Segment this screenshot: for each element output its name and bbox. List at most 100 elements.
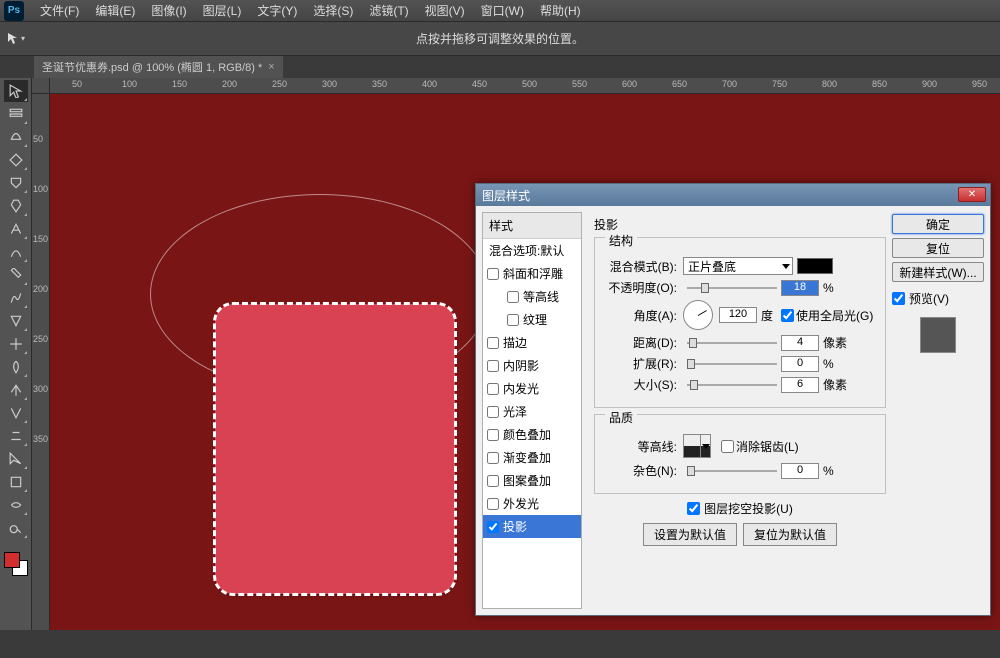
crop-tool[interactable]	[4, 172, 28, 194]
style-checkbox[interactable]	[487, 429, 499, 441]
style-row[interactable]: 投影	[483, 515, 581, 538]
opacity-slider[interactable]	[687, 287, 777, 289]
contour-picker[interactable]	[683, 434, 711, 458]
pen-tool[interactable]	[4, 402, 28, 424]
menu-item[interactable]: 选择(S)	[305, 0, 361, 21]
style-row[interactable]: 渐变叠加	[483, 446, 581, 469]
style-row[interactable]: 等高线	[483, 285, 581, 308]
preview-checkbox[interactable]	[892, 292, 905, 305]
eyedropper-tool[interactable]	[4, 195, 28, 217]
dialog-close-button[interactable]: ✕	[958, 187, 986, 202]
menu-item[interactable]: 编辑(E)	[87, 0, 143, 21]
ruler-tick: 300	[322, 79, 337, 89]
blend-options-row[interactable]: 混合选项:默认	[483, 239, 581, 262]
layer-style-dialog: 图层样式 ✕ 样式 混合选项:默认 斜面和浮雕等高线纹理描边内阴影内发光光泽颜色…	[475, 183, 991, 616]
style-label: 斜面和浮雕	[503, 265, 563, 282]
menu-item[interactable]: 视图(V)	[417, 0, 473, 21]
angle-dial[interactable]	[683, 300, 713, 330]
blur-tool[interactable]	[4, 356, 28, 378]
style-row[interactable]: 内阴影	[483, 354, 581, 377]
quality-fieldset: 品质 等高线: 消除锯齿(L) 杂色(N): 0	[594, 414, 886, 494]
antialias-checkbox[interactable]	[721, 440, 734, 453]
close-icon[interactable]: ×	[268, 61, 274, 73]
spread-input[interactable]: 0	[781, 356, 819, 372]
reset-button[interactable]: 复位	[892, 238, 984, 258]
style-checkbox[interactable]	[487, 406, 499, 418]
menu-item[interactable]: 图像(I)	[143, 0, 194, 21]
style-checkbox[interactable]	[507, 314, 519, 326]
brush-tool[interactable]	[4, 241, 28, 263]
spread-slider[interactable]	[687, 363, 777, 365]
shape-tool[interactable]	[4, 471, 28, 493]
style-checkbox[interactable]	[487, 475, 499, 487]
eraser-tool[interactable]	[4, 310, 28, 332]
type-tool[interactable]	[4, 425, 28, 447]
style-row[interactable]: 图案叠加	[483, 469, 581, 492]
stamp-tool[interactable]	[4, 264, 28, 286]
style-checkbox[interactable]	[487, 452, 499, 464]
style-checkbox[interactable]	[487, 498, 499, 510]
style-row[interactable]: 纹理	[483, 308, 581, 331]
tool-palette	[0, 78, 32, 658]
style-checkbox[interactable]	[507, 291, 519, 303]
ruler-tick: 750	[772, 79, 787, 89]
reset-default-button[interactable]: 复位为默认值	[743, 523, 837, 546]
menu-item[interactable]: 帮助(H)	[532, 0, 589, 21]
history-brush-tool[interactable]	[4, 287, 28, 309]
heal-tool[interactable]	[4, 218, 28, 240]
menu-item[interactable]: 滤镜(T)	[361, 0, 416, 21]
distance-slider[interactable]	[687, 342, 777, 344]
path-select-tool[interactable]	[4, 448, 28, 470]
hand-tool[interactable]	[4, 494, 28, 516]
style-row[interactable]: 斜面和浮雕	[483, 262, 581, 285]
color-swatches[interactable]	[2, 550, 30, 578]
dodge-tool[interactable]	[4, 379, 28, 401]
marquee-tool[interactable]	[4, 103, 28, 125]
move-tool-icon[interactable]: ▾	[6, 31, 26, 47]
noise-slider[interactable]	[687, 470, 777, 472]
menu-item[interactable]: 文字(Y)	[249, 0, 305, 21]
make-default-button[interactable]: 设置为默认值	[643, 523, 737, 546]
options-hint: 点按并拖移可调整效果的位置。	[416, 30, 584, 47]
size-slider[interactable]	[687, 384, 777, 386]
global-light-checkbox[interactable]	[781, 309, 794, 322]
menu-item[interactable]: 图层(L)	[195, 0, 250, 21]
size-input[interactable]: 6	[781, 377, 819, 393]
style-row[interactable]: 描边	[483, 331, 581, 354]
menu-item[interactable]: 文件(F)	[32, 0, 87, 21]
style-checkbox[interactable]	[487, 337, 499, 349]
shadow-color-swatch[interactable]	[797, 258, 833, 274]
angle-input[interactable]: 120	[719, 307, 757, 323]
ruler-vertical: 50100150200250300350	[32, 94, 50, 658]
ok-button[interactable]: 确定	[892, 214, 984, 234]
noise-input[interactable]: 0	[781, 463, 819, 479]
lasso-tool[interactable]	[4, 126, 28, 148]
angle-row: 角度(A): 120 度 使用全局光(G)	[605, 300, 875, 330]
style-label: 内发光	[503, 380, 539, 397]
style-checkbox[interactable]	[487, 268, 499, 280]
style-row[interactable]: 颜色叠加	[483, 423, 581, 446]
style-row[interactable]: 光泽	[483, 400, 581, 423]
style-row[interactable]: 外发光	[483, 492, 581, 515]
style-row[interactable]: 内发光	[483, 377, 581, 400]
dialog-titlebar[interactable]: 图层样式 ✕	[476, 184, 990, 206]
knockout-checkbox[interactable]	[687, 502, 700, 515]
style-label: 渐变叠加	[503, 449, 551, 466]
ruler-tick: 850	[872, 79, 887, 89]
wand-tool[interactable]	[4, 149, 28, 171]
style-checkbox[interactable]	[487, 383, 499, 395]
style-checkbox[interactable]	[487, 521, 499, 533]
zoom-tool[interactable]	[4, 517, 28, 539]
document-tab[interactable]: 圣诞节优惠券.psd @ 100% (椭圆 1, RGB/8) * ×	[34, 55, 283, 78]
distance-input[interactable]: 4	[781, 335, 819, 351]
move-tool[interactable]	[4, 80, 28, 102]
ruler-tick: 550	[572, 79, 587, 89]
style-checkbox[interactable]	[487, 360, 499, 372]
blend-mode-select[interactable]: 正片叠底	[683, 257, 793, 275]
opacity-input[interactable]: 18	[781, 280, 819, 296]
styles-header: 样式	[483, 213, 581, 239]
size-row: 大小(S): 6 像素	[605, 376, 875, 393]
menu-item[interactable]: 窗口(W)	[473, 0, 532, 21]
gradient-tool[interactable]	[4, 333, 28, 355]
new-style-button[interactable]: 新建样式(W)...	[892, 262, 984, 282]
